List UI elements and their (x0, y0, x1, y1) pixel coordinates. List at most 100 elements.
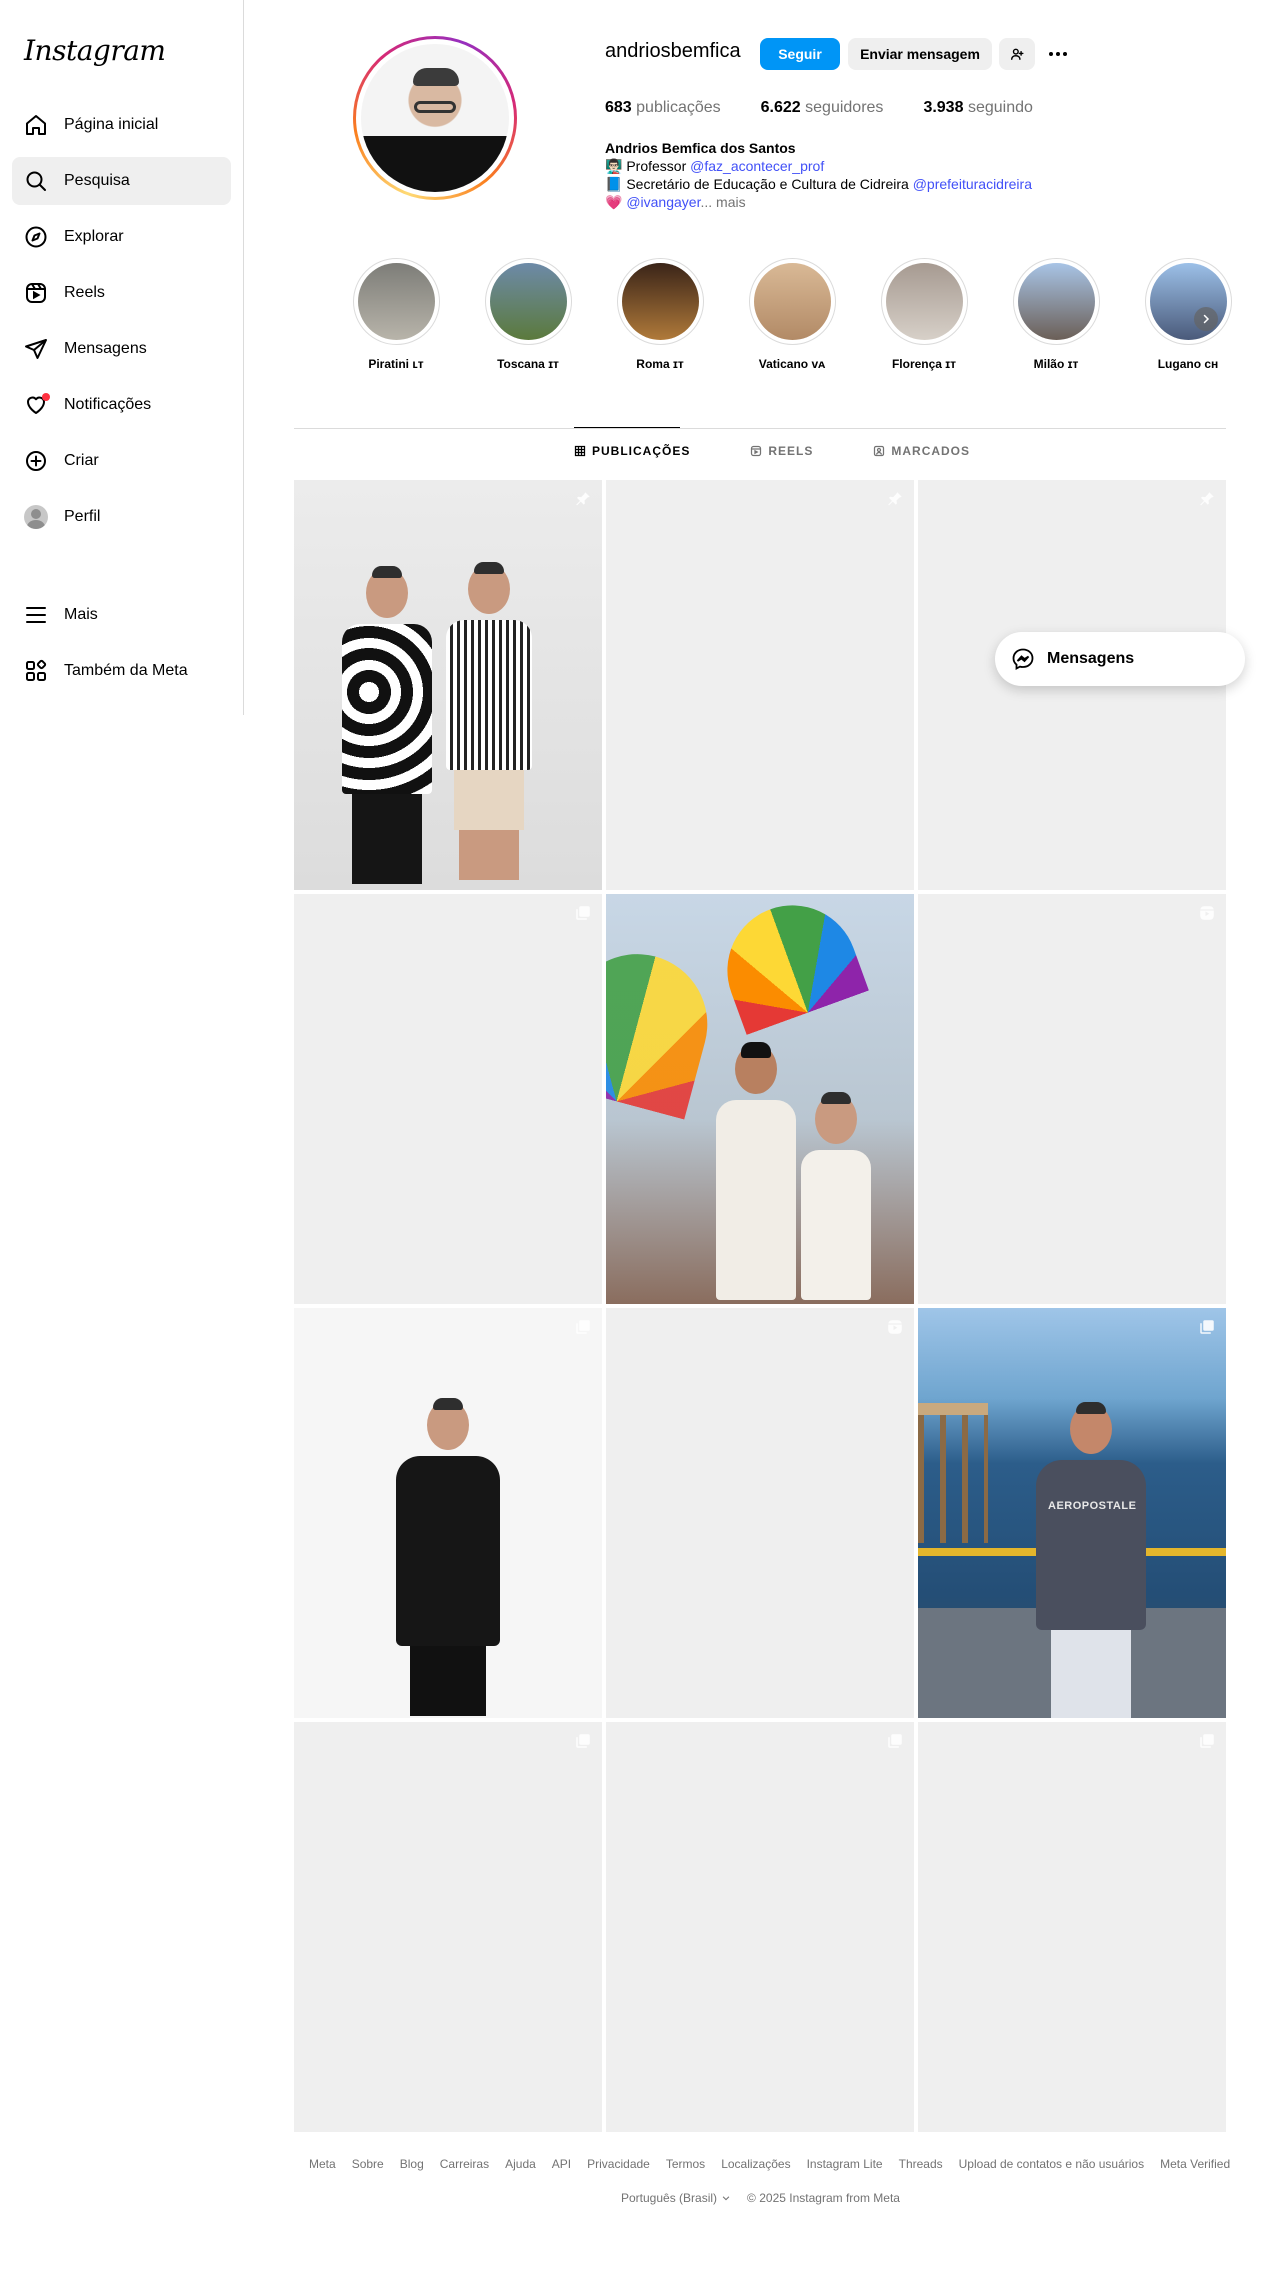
sidebar-item-label: Também da Meta (64, 662, 188, 679)
sidebar-item-label: Notificações (64, 396, 152, 413)
post-tile[interactable] (918, 1722, 1226, 2132)
tab-posts[interactable]: PUBLICAÇÕES (574, 444, 690, 458)
post-tile[interactable]: AEROPOSTALE (918, 1308, 1226, 1718)
suggested-users-button[interactable] (999, 38, 1035, 70)
footer-link[interactable]: Threads (899, 2157, 943, 2171)
story-highlight[interactable]: Milão ɪᴛ (990, 258, 1122, 371)
sidebar: Instagram Página inicial Pesquisa Explor… (0, 0, 244, 715)
language-selector[interactable]: Português (Brasil) (621, 2191, 731, 2205)
reels-icon (24, 281, 48, 305)
sidebar-item-label: Pesquisa (64, 172, 130, 189)
sidebar-item-more[interactable]: Mais (12, 591, 231, 639)
post-tile[interactable] (294, 894, 602, 1304)
story-highlight[interactable]: Roma ɪᴛ (594, 258, 726, 371)
story-highlights: Piratini ʟᴛ Toscana ɪᴛ Roma ɪᴛ Vaticano ᴠᴀ F… (330, 258, 1254, 371)
posts-count[interactable]: 683 publicações (605, 99, 721, 117)
footer-link[interactable]: Privacidade (587, 2157, 650, 2171)
more-options-icon[interactable] (1044, 44, 1072, 64)
footer-link[interactable]: Carreiras (440, 2157, 489, 2171)
bio-line: 📘 Secretário de Educação e Cultura de Ci… (605, 176, 1032, 192)
footer-meta: Português (Brasil) © 2025 Instagram from… (621, 2191, 900, 2205)
story-highlight[interactable]: Toscana ɪᴛ (462, 258, 594, 371)
sidebar-item-search[interactable]: Pesquisa (12, 157, 231, 205)
footer-link[interactable]: API (552, 2157, 571, 2171)
apps-icon (24, 659, 48, 683)
footer-link[interactable]: Termos (666, 2157, 705, 2171)
full-name: Andrios Bemfica dos Santos (605, 140, 796, 156)
sidebar-item-label: Perfil (64, 508, 101, 525)
following-count[interactable]: 3.938 seguindo (923, 99, 1032, 117)
footer-link[interactable]: Blog (400, 2157, 424, 2171)
post-tile[interactable] (294, 1722, 602, 2132)
sidebar-item-messages[interactable]: Mensagens (12, 325, 231, 373)
send-message-button[interactable]: Enviar mensagem (848, 38, 992, 70)
plus-square-icon (24, 449, 48, 473)
highlights-next-button[interactable] (1194, 307, 1218, 331)
post-tile[interactable] (918, 894, 1226, 1304)
story-highlight[interactable]: Piratini ʟᴛ (330, 258, 462, 371)
highlight-cover (748, 258, 836, 345)
sidebar-item-create[interactable]: Criar (12, 437, 231, 485)
add-user-icon (1011, 48, 1024, 60)
reel-icon (1198, 904, 1216, 922)
sidebar-item-profile[interactable]: Perfil (12, 493, 231, 541)
footer-link[interactable]: Sobre (352, 2157, 384, 2171)
post-tile[interactable] (294, 480, 602, 890)
footer-link[interactable]: Meta (309, 2157, 336, 2171)
sidebar-item-home[interactable]: Página inicial (12, 101, 231, 149)
follow-button[interactable]: Seguir (760, 38, 840, 70)
bio-mention-link[interactable]: @prefeituracidreira (913, 176, 1032, 192)
messenger-icon (1012, 648, 1034, 671)
bio-mention-link[interactable]: @ivangayer (626, 194, 700, 210)
sidebar-item-also-meta[interactable]: Também da Meta (12, 647, 231, 695)
carousel-icon (574, 1732, 592, 1750)
active-tab-indicator (574, 427, 680, 428)
highlight-cover (484, 258, 572, 345)
pin-icon (574, 490, 592, 508)
sidebar-item-notifications[interactable]: Notificações (12, 381, 231, 429)
highlight-label: Toscana ɪᴛ (497, 357, 559, 371)
footer-link[interactable]: Localizações (721, 2157, 790, 2171)
tab-reels[interactable]: REELS (750, 444, 813, 458)
story-highlight[interactable]: Florença ɪᴛ (858, 258, 990, 371)
post-tile[interactable] (294, 1308, 602, 1718)
highlight-cover (1144, 258, 1232, 345)
tabs-divider (294, 428, 1226, 429)
profile-stats: 683 publicações 6.622 seguidores 3.938 s… (605, 99, 1073, 117)
highlight-label: Vaticano ᴠᴀ (758, 357, 826, 371)
sidebar-item-explore[interactable]: Explorar (12, 213, 231, 261)
post-tile[interactable] (606, 1722, 914, 2132)
tab-tagged[interactable]: MARCADOS (873, 444, 970, 458)
floating-messages-button[interactable]: Mensagens (995, 632, 1245, 686)
story-highlight[interactable]: Lugano ᴄʜ (1122, 258, 1254, 371)
profile-picture[interactable] (353, 36, 517, 200)
footer-link[interactable]: Ajuda (505, 2157, 536, 2171)
post-tile[interactable] (606, 894, 914, 1304)
footer-link[interactable]: Instagram Lite (807, 2157, 883, 2171)
sidebar-item-label: Reels (64, 284, 105, 301)
story-highlight[interactable]: Vaticano ᴠᴀ (726, 258, 858, 371)
avatar (24, 505, 48, 529)
sweatshirt-text: AEROPOSTALE (1048, 1500, 1137, 1512)
highlight-cover (616, 258, 704, 345)
footer-link[interactable]: Meta Verified (1160, 2157, 1230, 2171)
post-tile[interactable] (606, 480, 914, 890)
footer-link[interactable]: Upload de contatos e não usuários (959, 2157, 1144, 2171)
bio-more-link[interactable]: ... mais (700, 194, 745, 210)
sidebar-item-label: Mensagens (64, 340, 147, 357)
instagram-logo[interactable]: Instagram (24, 34, 166, 67)
profile-tabs: PUBLICAÇÕES REELS MARCADOS (574, 444, 1030, 458)
chevron-down-icon (722, 2196, 730, 2201)
carousel-icon (886, 1732, 904, 1750)
search-icon (24, 169, 48, 193)
highlight-label: Florença ɪᴛ (891, 357, 957, 371)
bio-line: 💗 @ivangayer... mais (605, 193, 1085, 211)
post-tile[interactable] (606, 1308, 914, 1718)
chevron-right-icon (1203, 314, 1210, 324)
profile-bio: Andrios Bemfica dos Santos 👨🏻‍🏫 Professo… (605, 139, 1085, 211)
copyright-text: © 2025 Instagram from Meta (747, 2191, 900, 2205)
followers-count[interactable]: 6.622 seguidores (761, 99, 884, 117)
sidebar-item-reels[interactable]: Reels (12, 269, 231, 317)
bio-mention-link[interactable]: @faz_acontecer_prof (690, 158, 824, 174)
home-icon (24, 113, 48, 137)
